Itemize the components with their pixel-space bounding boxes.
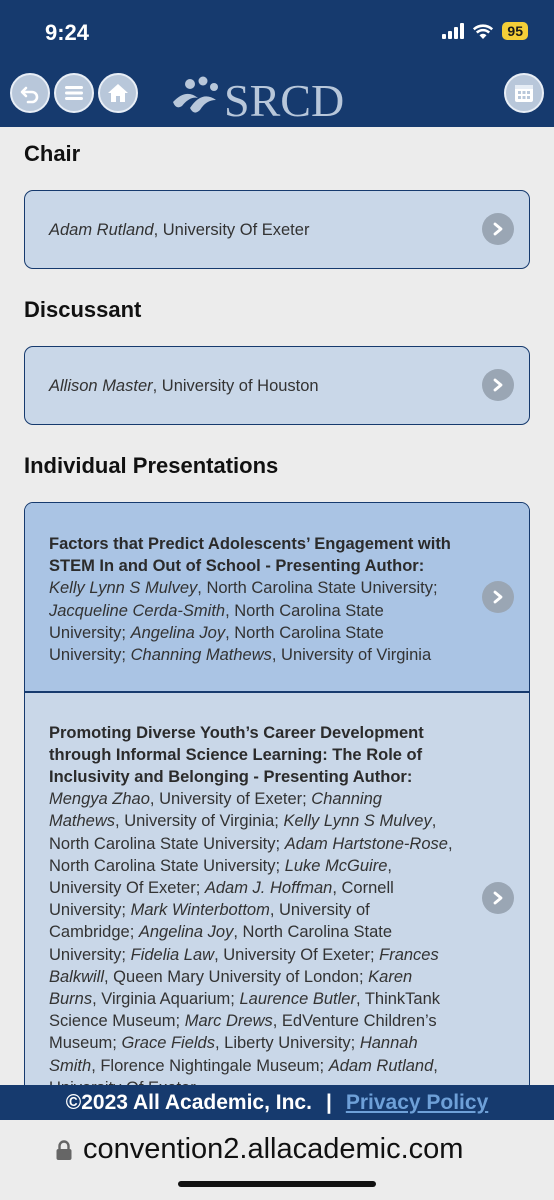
author-name: Adam Rutland	[328, 1056, 434, 1075]
privacy-policy-link[interactable]: Privacy Policy	[346, 1091, 488, 1115]
presentation-arrow[interactable]	[482, 881, 514, 914]
status-icons: 95	[442, 22, 528, 40]
author-name: Mengya Zhao	[49, 790, 150, 809]
author-name: Grace Fields	[121, 1034, 215, 1053]
presentation-arrow[interactable]	[482, 581, 514, 613]
author-affiliation: , Virginia Aquarium;	[92, 989, 240, 1008]
chevron-right-icon	[493, 222, 503, 236]
author-affiliation: , Queen Mary University of London;	[104, 967, 369, 986]
discussant-row[interactable]: Allison Master, University of Houston	[25, 347, 529, 424]
discussant-text: Allison Master, University of Houston	[49, 375, 319, 397]
footer-separator: |	[325, 1090, 332, 1114]
url-display[interactable]: convention2.allacademic.com	[55, 1133, 463, 1166]
author-name: Angelina Joy	[138, 923, 234, 942]
presentations-heading: Individual Presentations	[24, 453, 279, 478]
chevron-right-icon	[493, 590, 503, 604]
site-footer: ©2023 All Academic, Inc. | Privacy Polic…	[0, 1085, 554, 1120]
presentation-row[interactable]: Promoting Diverse Youth’s Career Develop…	[25, 693, 529, 1086]
author-name: Channing Mathews	[130, 646, 272, 665]
author-name: Adam Hartstone-Rose	[284, 834, 448, 853]
author-name: Kelly Lynn S Mulvey	[283, 812, 432, 831]
presentation-authors: Mengya Zhao, University of Exeter; Chann…	[49, 790, 453, 1085]
calendar-button[interactable]	[504, 73, 544, 113]
copyright-text: ©2023 All Academic, Inc.	[65, 1090, 312, 1114]
presentation-authors: Kelly Lynn S Mulvey, North Carolina Stat…	[49, 579, 438, 664]
author-name: Angelina Joy	[130, 623, 226, 642]
discussant-arrow[interactable]	[482, 369, 514, 401]
menu-icon	[65, 86, 83, 100]
svg-text:SRCD: SRCD	[224, 75, 344, 122]
author-affiliation: , University of Exeter;	[149, 790, 312, 809]
status-time: 9:24	[45, 20, 90, 45]
presentation-title: Promoting Diverse Youth’s Career Develop…	[49, 723, 424, 786]
chair-name: Adam Rutland	[49, 221, 154, 240]
session-detail: Chair Adam Rutland, University Of Exeter…	[0, 127, 554, 1085]
author-name: Jacqueline Cerda-Smith	[49, 601, 226, 620]
back-button[interactable]	[10, 73, 50, 113]
home-indicator	[178, 1181, 376, 1187]
author-name: Fidelia Law	[130, 945, 215, 964]
browser-url-bar[interactable]: convention2.allacademic.com	[0, 1120, 554, 1200]
chair-text: Adam Rutland, University Of Exeter	[49, 219, 309, 241]
presentation-text: Factors that Predict Adolescents’ Engage…	[49, 533, 455, 666]
author-affiliation: , Liberty University;	[214, 1034, 360, 1053]
author-name: Kelly Lynn S Mulvey	[49, 579, 198, 598]
lock-icon	[56, 1139, 72, 1160]
chair-heading: Chair	[24, 141, 81, 166]
author-name: Laurence Butler	[239, 989, 356, 1008]
chair-row[interactable]: Adam Rutland, University Of Exeter	[25, 191, 529, 268]
presentation-text: Promoting Diverse Youth’s Career Develop…	[49, 722, 455, 1086]
home-button[interactable]	[98, 73, 138, 113]
author-affiliation: , University of Virginia	[271, 646, 432, 665]
presentation-title: Factors that Predict Adolescents’ Engage…	[49, 535, 451, 576]
author-affiliation: , University of Virginia;	[115, 812, 284, 831]
battery-indicator: 95	[502, 22, 528, 40]
signal-icon	[442, 23, 465, 39]
author-name: Mark Winterbottom	[130, 901, 270, 920]
author-name: Marc Drews	[184, 1012, 273, 1031]
discussant-card[interactable]: Allison Master, University of Houston	[24, 346, 530, 425]
author-affiliation: , Florence Nightingale Museum;	[91, 1056, 329, 1075]
wifi-icon	[473, 23, 494, 39]
chevron-right-icon	[493, 891, 503, 904]
calendar-icon	[515, 85, 533, 102]
url-text: convention2.allacademic.com	[83, 1133, 464, 1165]
back-icon	[20, 86, 39, 104]
chair-card[interactable]: Adam Rutland, University Of Exeter	[24, 190, 530, 269]
home-icon	[108, 84, 128, 102]
presentations-card: Factors that Predict Adolescents’ Engage…	[24, 502, 530, 1085]
presentation-row[interactable]: Factors that Predict Adolescents’ Engage…	[25, 503, 529, 691]
chevron-right-icon	[493, 378, 503, 392]
menu-button[interactable]	[54, 73, 94, 113]
author-name: Adam J. Hoffman	[204, 878, 333, 897]
author-affiliation: , North Carolina State University;	[197, 579, 438, 598]
chair-affiliation: , University Of Exeter	[153, 221, 310, 240]
author-name: Luke McGuire	[284, 856, 388, 875]
discussant-affiliation: , University of Houston	[152, 377, 319, 396]
chair-arrow[interactable]	[482, 213, 514, 245]
author-affiliation: , University Of Exeter;	[214, 945, 380, 964]
discussant-heading: Discussant	[24, 297, 142, 322]
discussant-name: Allison Master	[49, 377, 153, 396]
srcd-logo: SRCD	[173, 75, 344, 122]
app-header: 9:24 95 SRCD	[0, 0, 554, 127]
